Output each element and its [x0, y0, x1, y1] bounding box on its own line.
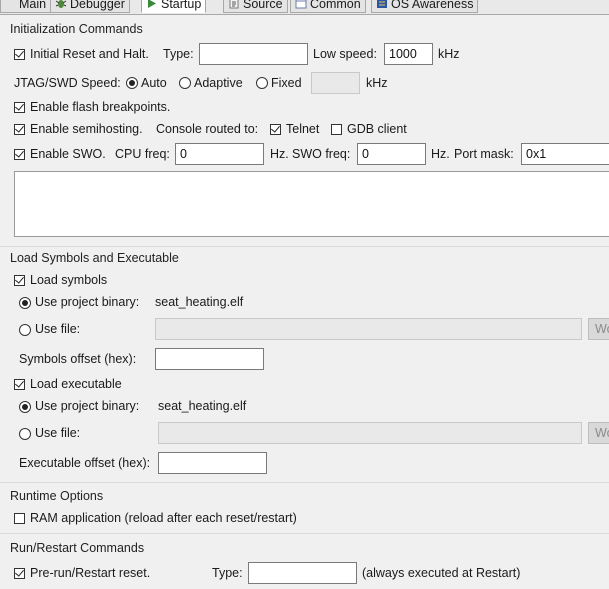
exec-offset-label: Executable offset (hex):: [19, 456, 151, 470]
swo-freq-label: SWO freq:: [292, 147, 351, 161]
symbols-browse-button[interactable]: Wo: [588, 318, 609, 340]
symbols-file-input[interactable]: [155, 318, 582, 340]
symbols-project-binary: seat_heating.elf: [155, 295, 244, 309]
exec-browse-button[interactable]: Wo: [588, 422, 609, 444]
speed-fixed-label: Fixed: [271, 76, 302, 90]
tab-startup-label: Startup: [161, 0, 202, 11]
symbols-use-project-radio[interactable]: [19, 297, 31, 309]
common-icon: [295, 0, 307, 9]
port-mask-input[interactable]: 0x1: [521, 143, 609, 165]
run-type-label: Type:: [212, 566, 243, 580]
low-speed-label: Low speed:: [313, 47, 377, 61]
port-mask-label: Port mask:: [454, 147, 514, 161]
os-icon: [377, 0, 387, 8]
tab-debugger-label: Debugger: [70, 0, 125, 11]
tab-source[interactable]: Source: [223, 0, 288, 13]
exec-file-input[interactable]: [158, 422, 582, 444]
telnet-checkbox[interactable]: [270, 124, 281, 135]
swo-freq-unit: Hz.: [431, 147, 450, 161]
low-speed-input[interactable]: 1000: [384, 43, 433, 65]
bug-icon: [55, 0, 67, 8]
init-type-input[interactable]: [199, 43, 308, 65]
semihosting-label: Enable semihosting.: [30, 122, 143, 136]
flash-breakpoints-label: Enable flash breakpoints.: [30, 100, 171, 114]
separator: [0, 482, 609, 483]
tab-debugger[interactable]: Debugger: [50, 0, 130, 13]
speed-fixed-radio[interactable]: [256, 77, 268, 89]
run-type-input[interactable]: [248, 562, 357, 584]
load-symbols-label: Load symbols: [30, 273, 108, 287]
cpu-freq-label: CPU freq:: [115, 147, 170, 161]
ram-application-label: RAM application (reload after each reset…: [30, 511, 297, 525]
swo-checkbox[interactable]: [14, 149, 25, 160]
always-executed-note: (always executed at Restart): [362, 566, 521, 580]
exec-use-file-radio[interactable]: [19, 428, 31, 440]
speed-auto-radio[interactable]: [126, 77, 138, 89]
semihosting-checkbox[interactable]: [14, 124, 25, 135]
speed-auto-label: Auto: [141, 76, 167, 90]
cpu-freq-unit: Hz.: [270, 147, 289, 161]
fixed-speed-unit: kHz: [366, 76, 388, 90]
load-executable-label: Load executable: [30, 377, 122, 391]
exec-use-project-label: Use project binary:: [35, 399, 140, 413]
tab-main-label: Main: [19, 0, 47, 11]
exec-use-file-label: Use file:: [35, 426, 81, 440]
prerun-reset-label: Pre-run/Restart reset.: [30, 566, 151, 580]
swo-label: Enable SWO.: [30, 147, 106, 161]
run-group-title: Run/Restart Commands: [10, 541, 145, 555]
swo-freq-input[interactable]: 0: [357, 143, 426, 165]
symbols-offset-label: Symbols offset (hex):: [19, 352, 137, 366]
separator: [0, 533, 609, 534]
flash-breakpoints-checkbox[interactable]: [14, 102, 25, 113]
ram-application-checkbox[interactable]: [14, 513, 25, 524]
symbols-use-project-label: Use project binary:: [35, 295, 140, 309]
symbols-offset-input[interactable]: [155, 348, 264, 370]
separator: [0, 246, 609, 247]
console-routed-label: Console routed to:: [156, 122, 259, 136]
initial-reset-checkbox[interactable]: [14, 49, 25, 60]
symbols-use-file-label: Use file:: [35, 322, 81, 336]
tab-os-awareness[interactable]: OS Awareness: [371, 0, 479, 13]
exec-project-binary: seat_heating.elf: [158, 399, 247, 413]
telnet-label: Telnet: [286, 122, 320, 136]
init-type-label: Type:: [163, 47, 194, 61]
tab-main[interactable]: Main: [0, 0, 52, 13]
load-group-title: Load Symbols and Executable: [10, 251, 179, 265]
symbols-use-file-radio[interactable]: [19, 324, 31, 336]
tab-bar: Main Debugger Startup Source Common OS A…: [0, 0, 609, 15]
jtag-speed-label: JTAG/SWD Speed:: [14, 76, 121, 90]
gdb-client-label: GDB client: [347, 122, 407, 136]
speed-adaptive-radio[interactable]: [179, 77, 191, 89]
source-icon: [229, 0, 239, 9]
tab-common[interactable]: Common: [290, 0, 366, 13]
exec-use-project-radio[interactable]: [19, 401, 31, 413]
runtime-group-title: Runtime Options: [10, 489, 104, 503]
prerun-reset-checkbox[interactable]: [14, 568, 25, 579]
exec-offset-input[interactable]: [158, 452, 267, 474]
init-commands-textarea[interactable]: [14, 171, 609, 237]
tab-os-awareness-label: OS Awareness: [391, 0, 474, 11]
tab-startup[interactable]: Startup: [141, 0, 207, 13]
startup-icon: [148, 0, 156, 8]
tab-common-label: Common: [310, 0, 361, 11]
load-symbols-checkbox[interactable]: [14, 275, 25, 286]
fixed-speed-input[interactable]: [311, 72, 360, 94]
tab-source-label: Source: [243, 0, 283, 11]
initial-reset-label: Initial Reset and Halt.: [30, 47, 149, 61]
speed-adaptive-label: Adaptive: [194, 76, 243, 90]
cpu-freq-input[interactable]: 0: [175, 143, 264, 165]
low-speed-unit: kHz: [438, 47, 460, 61]
load-executable-checkbox[interactable]: [14, 379, 25, 390]
gdb-client-checkbox[interactable]: [331, 124, 342, 135]
init-group-title: Initialization Commands: [10, 22, 143, 36]
